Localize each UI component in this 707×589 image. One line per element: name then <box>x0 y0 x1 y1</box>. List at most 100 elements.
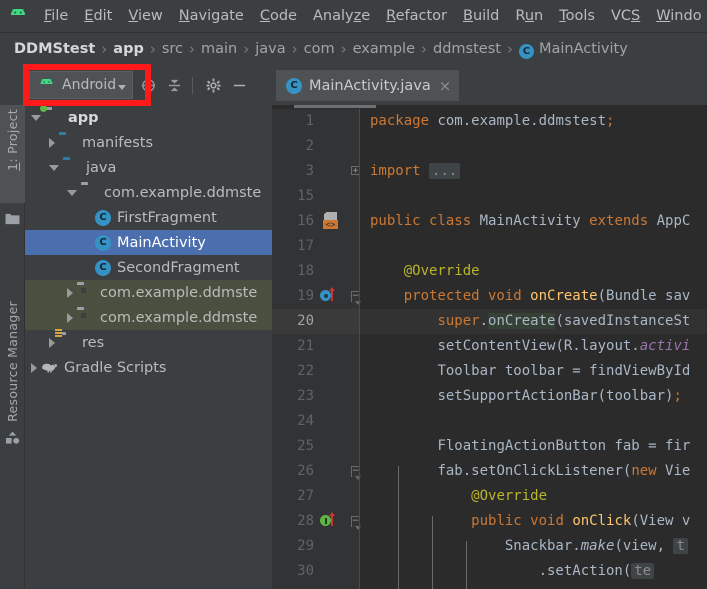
scrollbar-thumb[interactable] <box>294 105 376 108</box>
chevron-right-icon[interactable] <box>31 362 37 373</box>
code-line-18[interactable]: @Override <box>370 259 480 284</box>
overriding-method-icon[interactable] <box>320 287 336 304</box>
menu-item-analyze[interactable]: Analyze <box>305 5 378 27</box>
tree-item-app[interactable]: app <box>25 105 272 130</box>
line-number: 27 <box>297 488 314 504</box>
breadcrumb-item-com[interactable]: com <box>304 41 335 57</box>
bean-class-icon[interactable]: <> <box>322 212 340 230</box>
breadcrumb-item-example[interactable]: example <box>353 41 415 57</box>
breadcrumb-item-ddmstest[interactable]: DDMStest <box>14 41 95 57</box>
hide-icon[interactable] <box>228 74 250 96</box>
android-robot-icon <box>38 76 55 95</box>
code-line-3[interactable]: import ... <box>370 159 461 184</box>
chevron-right-icon[interactable] <box>49 337 55 348</box>
editor-gutter[interactable]: 1 2 3 15 16 17 18 19 20 21 22 23 24 25 2… <box>272 109 361 589</box>
line-number: 3 <box>305 163 314 179</box>
tree-item-label: manifests <box>82 134 154 151</box>
tree-item-label: com.example.ddmste <box>100 284 258 301</box>
breadcrumb-item-ddmstest-pkg[interactable]: ddmstest <box>433 41 501 57</box>
code-line-28[interactable]: public void onClick(View v <box>370 509 690 534</box>
editor-tab-strip: C MainActivity.java × <box>272 65 707 105</box>
tree-item-gradle-scripts[interactable]: Gradle Scripts <box>25 355 272 380</box>
code-line-30[interactable]: .setAction(te <box>370 559 655 584</box>
android-robot-icon <box>8 9 28 23</box>
line-number: 20 <box>297 313 314 329</box>
menu-item-tools[interactable]: Tools <box>551 5 603 27</box>
project-tree[interactable]: app manifests java com.example.ddmste C … <box>25 105 272 589</box>
menu-item-navigate[interactable]: Navigate <box>171 5 252 27</box>
tree-item-java[interactable]: java <box>25 155 272 180</box>
line-number: 23 <box>297 388 314 404</box>
close-icon[interactable]: × <box>439 78 452 93</box>
chevron-right-icon[interactable] <box>49 137 55 148</box>
breadcrumb-item-java[interactable]: java <box>255 41 285 57</box>
menu-item-edit[interactable]: Edit <box>76 5 120 27</box>
menu-item-view[interactable]: View <box>120 5 170 27</box>
code-editor[interactable]: 1 2 3 15 16 17 18 19 20 21 22 23 24 25 2… <box>272 105 707 589</box>
tree-item-package-test[interactable]: com.example.ddmste <box>25 305 272 330</box>
breadcrumb-item-main[interactable]: main <box>201 41 237 57</box>
left-tool-stripe: 1: Project Resource Manager <box>0 105 25 589</box>
breadcrumb-separator: › <box>149 40 156 58</box>
code-line-26[interactable]: fab.setOnClickListener(new Vie <box>370 459 690 484</box>
line-number: 25 <box>297 438 314 454</box>
breadcrumb-item-app[interactable]: app <box>113 41 144 57</box>
code-line-22[interactable]: Toolbar toolbar = findViewById <box>370 359 690 384</box>
indent-guide <box>432 516 433 589</box>
collapse-all-icon[interactable] <box>163 74 185 96</box>
class-icon: C <box>95 209 111 226</box>
tree-item-package-androidtest[interactable]: com.example.ddmste <box>25 280 272 305</box>
select-opened-file-icon[interactable] <box>137 74 159 96</box>
breadcrumb-item-mainactivity[interactable]: MainActivity <box>539 41 628 57</box>
tree-item-secondfragment[interactable]: C SecondFragment <box>25 255 272 280</box>
chevron-down-icon[interactable] <box>49 164 59 171</box>
tree-item-res[interactable]: res <box>25 330 272 355</box>
android-toolwindow-label: Android <box>62 77 117 93</box>
line-number: 2 <box>305 138 314 154</box>
tree-item-firstfragment[interactable]: C FirstFragment <box>25 205 272 230</box>
editor-tab-mainactivity[interactable]: C MainActivity.java × <box>276 70 460 101</box>
code-line-25[interactable]: FloatingActionButton fab = fir <box>370 434 690 459</box>
menu-item-run[interactable]: Run <box>507 5 551 27</box>
tree-item-label: com.example.ddmste <box>100 309 258 326</box>
settings-gear-icon[interactable] <box>202 74 224 96</box>
line-number: 18 <box>297 263 314 279</box>
code-line-21[interactable]: setContentView(R.layout.activi <box>370 334 690 359</box>
implementing-method-icon[interactable] <box>320 512 336 529</box>
code-line-19[interactable]: protected void onCreate(Bundle sav <box>370 284 691 309</box>
menu-item-window[interactable]: Windo <box>648 5 707 27</box>
chevron-down-icon[interactable] <box>118 84 127 90</box>
tree-item-mainactivity[interactable]: C MainActivity <box>25 230 272 255</box>
code-text-area[interactable]: package com.example.ddmstest; import ...… <box>360 109 707 589</box>
tree-item-manifests[interactable]: manifests <box>25 130 272 155</box>
class-icon: C <box>286 77 302 94</box>
menu-item-refactor[interactable]: Refactor <box>378 5 455 27</box>
menu-item-vcs[interactable]: VCS <box>603 5 648 27</box>
code-line-27[interactable]: @Override <box>370 484 547 509</box>
menu-item-file[interactable]: File <box>36 5 76 27</box>
menu-item-build[interactable]: Build <box>455 5 507 27</box>
menu-item-code[interactable]: Code <box>252 5 305 27</box>
code-line-23[interactable]: setSupportActionBar(toolbar); <box>370 384 681 409</box>
android-toolwindow-dropdown[interactable]: Android <box>29 71 134 99</box>
code-line-29[interactable]: Snackbar.make(view, t <box>370 534 688 559</box>
breadcrumb-separator: › <box>421 40 428 58</box>
tree-item-package-main[interactable]: com.example.ddmste <box>25 180 272 205</box>
stripe-button-project[interactable]: 1: Project <box>0 105 25 203</box>
chevron-down-icon[interactable] <box>31 114 41 121</box>
package-icon <box>81 185 98 200</box>
code-line-1[interactable]: package com.example.ddmstest; <box>370 109 614 134</box>
editor-tab-label: MainActivity.java <box>309 77 431 94</box>
breadcrumb-separator: › <box>291 40 298 58</box>
chevron-right-icon[interactable] <box>67 312 73 323</box>
line-number: 26 <box>297 463 314 479</box>
line-number: 21 <box>297 338 314 354</box>
breadcrumb-item-src[interactable]: src <box>162 41 183 57</box>
code-line-16[interactable]: public class MainActivity extends AppC <box>370 209 690 234</box>
line-number: 24 <box>297 413 314 429</box>
chevron-down-icon[interactable] <box>67 189 77 196</box>
code-line-20[interactable]: super.onCreate(savedInstanceSt <box>370 309 690 334</box>
line-number: 28 <box>297 513 314 529</box>
chevron-right-icon[interactable] <box>67 287 73 298</box>
gradle-elephant-icon <box>41 360 58 375</box>
